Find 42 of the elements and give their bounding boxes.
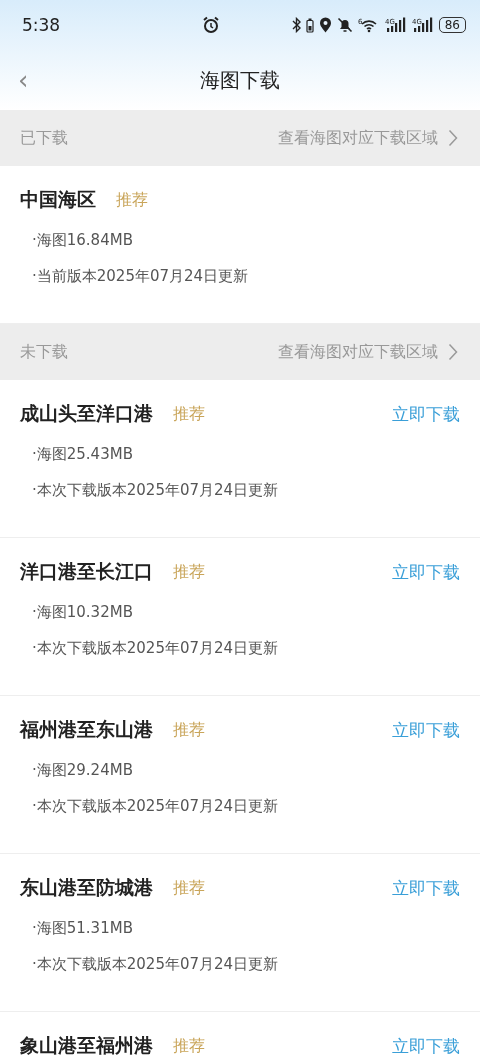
recommended-tag: 推荐 [173, 561, 205, 583]
section-title: 未下载 [20, 341, 68, 363]
chart-detail: ·海图29.24MB [32, 760, 134, 781]
download-link[interactable]: 立即下载 [392, 560, 460, 584]
chart-detail: ·海图51.31MB [32, 918, 134, 939]
chart-detail: ·海图25.43MB [32, 444, 134, 465]
recommended-tag: 推荐 [173, 877, 205, 899]
battery-indicator: 86 [438, 17, 466, 33]
bluetooth-icon [291, 17, 301, 33]
recommended-tag: 推荐 [173, 403, 205, 425]
chart-detail: ·海图10.32MB [32, 602, 134, 623]
chart-region-name: 象山港至福州港 [20, 1033, 153, 1058]
download-link[interactable]: 立即下载 [392, 876, 460, 900]
alarm-clock-icon [202, 16, 220, 34]
muted-bell-icon [336, 17, 353, 33]
chart-region-name: 成山头至洋口港 [20, 401, 153, 426]
recommended-tag: 推荐 [173, 1035, 205, 1057]
recommended-tag: 推荐 [173, 719, 205, 741]
view-regions-link[interactable]: 查看海图对应下载区域 [278, 341, 458, 363]
status-time: 5:38 [22, 15, 62, 35]
recommended-tag: 推荐 [116, 189, 148, 211]
chart-detail: ·当前版本2025年07月24日更新 [32, 266, 250, 287]
chart-detail: ·本次下载版本2025年07月24日更新 [32, 480, 280, 501]
chart-region-name: 中国海区 [20, 187, 96, 212]
battery-small-icon [305, 17, 314, 33]
chevron-right-icon [448, 343, 458, 361]
chevron-right-icon [448, 129, 458, 147]
back-button[interactable]: ‹ [12, 65, 35, 95]
chart-detail: ·本次下载版本2025年07月24日更新 [32, 796, 280, 817]
page-title: 海图下载 [200, 66, 280, 94]
chart-detail: ·海图16.84MB [32, 230, 134, 251]
view-regions-link[interactable]: 查看海图对应下载区域 [278, 127, 458, 149]
chart-region-name: 福州港至东山港 [20, 717, 153, 742]
section-title: 已下载 [20, 127, 68, 149]
chart-region-name: 洋口港至长江口 [20, 559, 153, 584]
chart-region-name: 东山港至防城港 [20, 875, 153, 900]
chart-detail: ·本次下载版本2025年07月24日更新 [32, 638, 280, 659]
download-link[interactable]: 立即下载 [392, 1034, 460, 1058]
download-link[interactable]: 立即下载 [392, 718, 460, 742]
chart-detail: ·本次下载版本2025年07月24日更新 [32, 954, 280, 975]
location-icon [318, 17, 332, 33]
download-link[interactable]: 立即下载 [392, 402, 460, 426]
